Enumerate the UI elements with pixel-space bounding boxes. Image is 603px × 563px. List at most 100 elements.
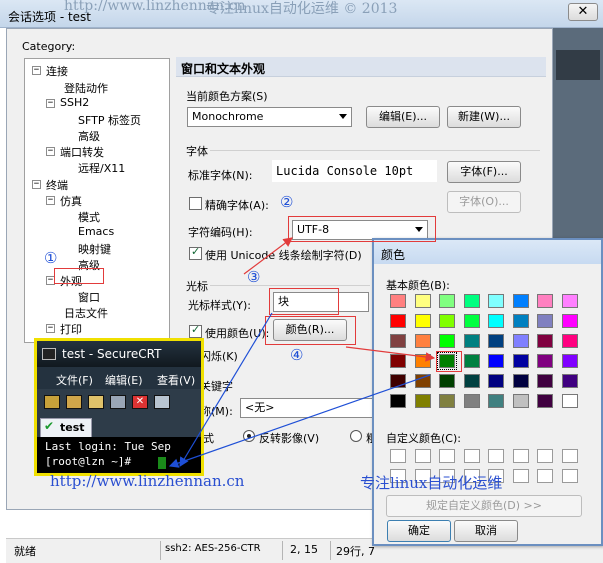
color-swatch[interactable]	[488, 354, 504, 368]
tree-item[interactable]: SSH2	[60, 96, 89, 109]
color-swatch[interactable]	[561, 334, 578, 348]
color-swatch[interactable]	[537, 334, 553, 348]
color-ok-button[interactable]: 确定	[387, 520, 451, 542]
color-swatch[interactable]	[414, 394, 431, 408]
color-swatch[interactable]	[463, 374, 480, 388]
custom-color-well[interactable]	[561, 449, 578, 463]
font-button[interactable]: 字体(F)...	[447, 161, 521, 183]
disconnect-icon[interactable]: ✕	[132, 395, 148, 409]
color-swatch[interactable]	[561, 354, 578, 368]
color-swatch[interactable]	[488, 294, 504, 308]
keyword-select[interactable]: <无>	[240, 398, 375, 418]
folder-icon[interactable]	[88, 395, 104, 409]
color-swatch[interactable]	[439, 294, 455, 308]
color-swatch[interactable]	[561, 314, 578, 328]
custom-color-well[interactable]	[561, 469, 578, 483]
connect-icon[interactable]	[44, 395, 60, 409]
color-swatch[interactable]	[439, 334, 455, 348]
edit-scheme-button[interactable]: 编辑(E)...	[366, 106, 440, 128]
color-swatch[interactable]	[414, 294, 431, 308]
color-swatch[interactable]	[488, 374, 504, 388]
color-swatch[interactable]	[512, 294, 529, 308]
custom-color-well[interactable]	[512, 469, 529, 483]
tree-item[interactable]: 远程/X11	[78, 160, 125, 176]
tree-expander[interactable]: −	[46, 99, 55, 108]
unicode-checkbox[interactable]	[189, 245, 202, 260]
use-color-checkbox[interactable]	[189, 323, 202, 338]
color-swatch[interactable]	[390, 354, 406, 368]
color-swatch[interactable]	[512, 314, 529, 328]
color-swatch[interactable]	[488, 314, 504, 328]
precise-font-checkbox[interactable]	[189, 197, 202, 210]
custom-color-well[interactable]	[512, 449, 529, 463]
scheme-select[interactable]: Monochrome	[187, 107, 352, 127]
color-swatch[interactable]	[512, 334, 529, 348]
color-swatch[interactable]	[390, 334, 406, 348]
color-swatch[interactable]	[463, 354, 480, 368]
color-swatch[interactable]	[414, 374, 431, 388]
tree-item[interactable]: SFTP 标签页	[78, 112, 141, 128]
tree-item[interactable]: 登陆动作	[64, 80, 108, 96]
color-swatch[interactable]	[561, 374, 578, 388]
reconnect-icon[interactable]	[66, 395, 82, 409]
copy-icon[interactable]	[154, 395, 170, 409]
define-custom-button[interactable]: 规定自定义颜色(D) >>	[386, 495, 582, 517]
custom-color-well[interactable]	[488, 449, 504, 463]
color-swatch[interactable]	[488, 334, 504, 348]
color-swatch[interactable]	[537, 374, 553, 388]
menu-view[interactable]: 查看(V)	[157, 372, 195, 388]
color-swatch[interactable]	[463, 294, 480, 308]
color-swatch[interactable]	[439, 394, 455, 408]
custom-color-well[interactable]	[414, 449, 431, 463]
color-swatch[interactable]	[537, 314, 553, 328]
color-swatch[interactable]	[463, 394, 480, 408]
custom-color-well[interactable]	[439, 449, 455, 463]
menu-file[interactable]: 文件(F)	[56, 372, 93, 388]
bold-radio[interactable]	[350, 430, 362, 442]
color-swatch[interactable]	[512, 354, 529, 368]
menu-edit[interactable]: 编辑(E)	[105, 372, 143, 388]
color-swatch[interactable]	[512, 394, 529, 408]
color-swatch[interactable]	[439, 374, 455, 388]
color-swatch[interactable]	[390, 394, 406, 408]
tree-item[interactable]: 高级	[78, 128, 100, 144]
color-swatch[interactable]	[537, 354, 553, 368]
color-swatch[interactable]	[561, 394, 578, 408]
color-swatch[interactable]	[414, 354, 431, 368]
tree-expander[interactable]: −	[46, 147, 55, 156]
tree-item[interactable]: Emacs	[78, 225, 114, 238]
tree-item[interactable]: 模式	[78, 209, 100, 225]
tree-item[interactable]: 终端	[46, 177, 68, 193]
tree-item[interactable]: 日志文件	[64, 305, 108, 321]
color-swatch[interactable]	[537, 394, 553, 408]
tree-item[interactable]: 仿真	[60, 193, 82, 209]
refresh-icon[interactable]	[110, 395, 126, 409]
color-swatch[interactable]	[561, 294, 578, 308]
tree-expander[interactable]: −	[32, 66, 41, 75]
color-swatch[interactable]	[439, 314, 455, 328]
color-swatch[interactable]	[488, 394, 504, 408]
color-swatch[interactable]	[463, 334, 480, 348]
tree-item[interactable]: 连接	[46, 63, 68, 79]
color-swatch[interactable]	[512, 374, 529, 388]
custom-color-well[interactable]	[537, 449, 553, 463]
tree-item[interactable]: 映射键	[78, 241, 111, 257]
tree-expander[interactable]: −	[46, 324, 55, 333]
tree-expander[interactable]: −	[32, 180, 41, 189]
tree-item[interactable]: 端口转发	[60, 144, 104, 160]
font2-button[interactable]: 字体(O)...	[447, 191, 521, 213]
tree-expander[interactable]: −	[46, 196, 55, 205]
color-swatch[interactable]	[414, 314, 431, 328]
tree-item[interactable]: 打印	[60, 321, 82, 337]
new-scheme-button[interactable]: 新建(W)...	[447, 106, 521, 128]
reverse-radio[interactable]	[243, 430, 255, 442]
close-icon[interactable]: ✕	[568, 3, 598, 21]
custom-color-well[interactable]	[463, 449, 480, 463]
tree-item[interactable]: 窗口	[78, 289, 100, 305]
color-swatch[interactable]	[414, 334, 431, 348]
color-swatch[interactable]	[390, 294, 406, 308]
color-cancel-button[interactable]: 取消	[454, 520, 518, 542]
color-swatch[interactable]	[390, 314, 406, 328]
color-swatch[interactable]	[390, 374, 406, 388]
custom-color-well[interactable]	[537, 469, 553, 483]
